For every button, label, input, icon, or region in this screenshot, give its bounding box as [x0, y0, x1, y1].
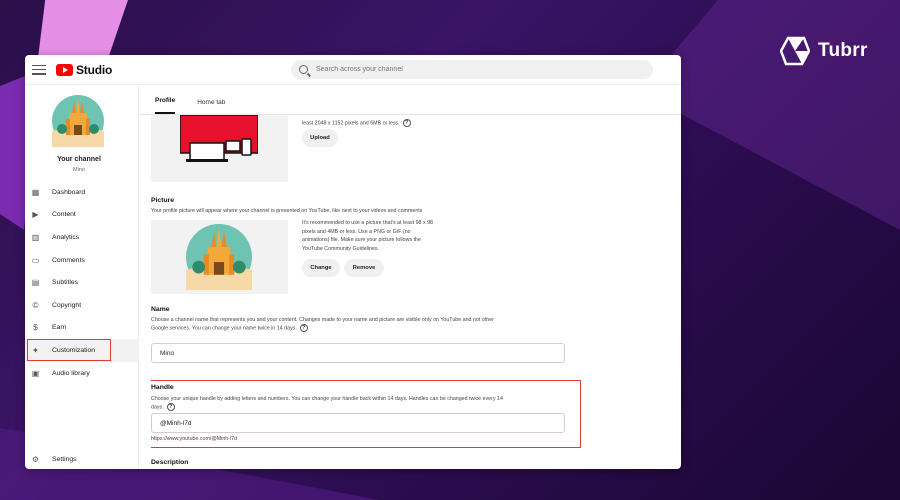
sidebar-item-label: Copyright — [52, 301, 82, 309]
sidebar-item-customization[interactable]: ✦ Customization — [25, 339, 139, 362]
sidebar-item-label: Content — [52, 211, 76, 219]
change-picture-button[interactable]: Change — [302, 259, 340, 277]
analytics-icon: ▥ — [31, 232, 40, 242]
tubrr-brand: Tubrr — [780, 36, 868, 66]
picture-hint-line: animations) file. Make sure your picture… — [302, 237, 421, 243]
sidebar-item-label: Dashboard — [52, 188, 86, 196]
name-description-line: Choose a channel name that represents yo… — [151, 317, 494, 323]
name-description: Choose a channel name that represents yo… — [151, 316, 494, 332]
handle-description-line: days. — [151, 404, 164, 411]
sidebar-item-settings[interactable]: ⚙ Settings — [25, 449, 139, 469]
help-icon[interactable]: ? — [402, 119, 411, 127]
handle-url[interactable]: https://www.youtube.com/@Minh-l7d — [151, 436, 237, 442]
picture-hint: It's recommended to use a picture that's… — [302, 219, 457, 253]
youtube-play-icon — [56, 63, 73, 76]
tubrr-logo-icon — [780, 36, 810, 66]
help-icon[interactable]: ? — [166, 403, 175, 411]
search-input[interactable] — [316, 66, 616, 73]
highlight-box — [27, 339, 111, 362]
brand-name: Tubrr — [818, 40, 868, 61]
remove-picture-button[interactable]: Remove — [344, 259, 384, 277]
sidebar-item-label: Subtitles — [52, 279, 79, 287]
main-panel: Profile Home tab least 2048 x 1152 pixel… — [139, 85, 681, 469]
channel-title: Your channel — [57, 156, 101, 163]
search-icon — [299, 65, 308, 74]
audio-library-icon: ▣ — [31, 368, 40, 378]
name-title: Name — [151, 306, 170, 313]
decor-pink-shape — [38, 0, 128, 58]
banner-hint-text: least 2048 x 1152 pixels and 6MB or less… — [302, 120, 400, 127]
sidebar-item-content[interactable]: ▶ Content — [25, 204, 139, 227]
banner-image — [180, 115, 258, 162]
picture-title: Picture — [151, 197, 175, 204]
tab-profile[interactable]: Profile — [155, 97, 176, 114]
sidebar-item-label: Audio library — [52, 369, 90, 377]
banner-preview — [151, 115, 288, 182]
channel-name-input[interactable]: Mino — [151, 343, 565, 363]
handle-title: Handle — [151, 384, 174, 391]
sidebar-item-analytics[interactable]: ▥ Analytics — [25, 226, 139, 249]
sidebar-item-label: Analytics — [52, 233, 80, 241]
sidebar-item-label: Settings — [52, 455, 77, 463]
sidebar-item-copyright[interactable]: © Copyright — [25, 294, 139, 317]
handle-input[interactable]: @Minh-l7d — [151, 413, 565, 433]
picture-preview — [151, 220, 288, 294]
content-icon: ▶ — [32, 210, 39, 220]
sidebar-nav: ▦ Dashboard ▶ Content ▥ Analytics ▭ Comm… — [25, 181, 139, 384]
picture-hint-line: It's recommended to use a picture that's… — [302, 220, 433, 226]
picture-hint-line: YouTube Community Guidelines. — [302, 245, 380, 252]
help-icon[interactable]: ? — [299, 324, 308, 332]
gear-icon: ⚙ — [31, 454, 40, 464]
sidebar-item-audio-library[interactable]: ▣ Audio library — [25, 362, 139, 385]
description-title: Description — [151, 459, 189, 466]
profile-content: least 2048 x 1152 pixels and 6MB or less… — [151, 115, 681, 469]
copyright-icon: © — [32, 300, 39, 310]
picture-description: Your profile picture will appear where y… — [151, 208, 423, 214]
channel-avatar[interactable] — [52, 95, 104, 147]
sidebar-item-comments[interactable]: ▭ Comments — [25, 249, 139, 272]
handle-description-line: Choose your unique handle by adding lett… — [151, 396, 503, 402]
studio-window: Studio Your channel Mino ▦ Dashboard — [25, 55, 681, 469]
sidebar-item-label: Earn — [52, 324, 67, 332]
handle-description: Choose your unique handle by adding lett… — [151, 395, 503, 411]
banner-hint: least 2048 x 1152 pixels and 6MB or less… — [302, 119, 411, 127]
sidebar-item-dashboard[interactable]: ▦ Dashboard — [25, 181, 139, 204]
sidebar-item-label: Comments — [52, 256, 85, 264]
sidebar: Your channel Mino ▦ Dashboard ▶ Content … — [25, 85, 139, 469]
dashboard-icon: ▦ — [31, 187, 40, 197]
subtitles-icon: ▤ — [31, 278, 40, 288]
dollar-icon: $ — [33, 323, 38, 333]
upload-button[interactable]: Upload — [302, 129, 338, 147]
name-description-line: Google services. You can change your nam… — [151, 325, 297, 332]
channel-name: Mino — [73, 167, 85, 173]
picture-hint-line: pixels and 4MB or less. Use a PNG or GIF… — [302, 228, 411, 235]
tab-home[interactable]: Home tab — [197, 99, 225, 114]
logo-text: Studio — [76, 62, 113, 77]
search-bar[interactable] — [291, 60, 653, 79]
hamburger-menu-icon[interactable] — [32, 64, 46, 75]
sidebar-item-earn[interactable]: $ Earn — [25, 317, 139, 340]
studio-logo[interactable]: Studio — [56, 63, 112, 77]
sidebar-item-subtitles[interactable]: ▤ Subtitles — [25, 271, 139, 294]
tab-bar: Profile Home tab — [139, 85, 681, 115]
top-bar: Studio — [25, 55, 681, 85]
profile-picture-image — [186, 224, 252, 290]
comments-icon: ▭ — [31, 255, 40, 265]
